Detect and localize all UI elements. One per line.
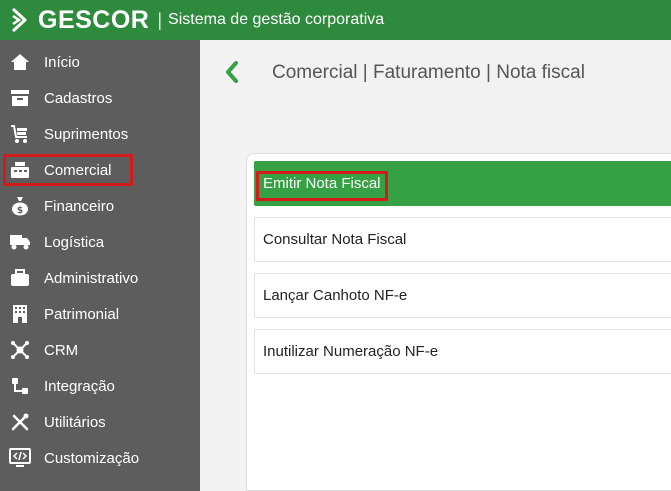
sidebar-item-label: Customização — [44, 449, 140, 467]
sidebar-item-label: Patrimonial — [44, 305, 120, 323]
code-monitor-icon — [9, 447, 31, 469]
truck-icon — [9, 231, 31, 253]
sidebar-item-label: Administrativo — [44, 269, 139, 287]
sidebar-item-logistica[interactable]: Logística — [0, 224, 200, 260]
sidebar-item-label: CRM — [44, 341, 79, 359]
menu-item-label: Inutilizar Numeração NF-e — [263, 343, 439, 360]
archive-icon — [9, 87, 31, 109]
sidebar: Início Cadastros Suprimentos Comercial $… — [0, 40, 200, 491]
brand-separator: | — [157, 9, 163, 30]
menu-item-inutilizar-numeracao[interactable]: Inutilizar Numeração NF-e — [254, 329, 671, 374]
briefcase-icon — [9, 267, 31, 289]
sidebar-item-label: Início — [44, 53, 80, 71]
sidebar-item-comercial[interactable]: Comercial — [0, 152, 200, 188]
network-icon — [9, 339, 31, 361]
building-icon — [9, 303, 31, 325]
sidebar-item-suprimentos[interactable]: Suprimentos — [0, 116, 200, 152]
home-icon — [9, 51, 31, 73]
sidebar-item-label: Suprimentos — [44, 125, 129, 143]
sidebar-item-label: Comercial — [44, 161, 112, 179]
sidebar-item-administrativo[interactable]: Administrativo — [0, 260, 200, 296]
sidebar-item-customizacao[interactable]: Customização — [0, 440, 200, 476]
gescor-logo-icon — [8, 6, 30, 34]
register-icon — [9, 159, 31, 181]
sidebar-item-crm[interactable]: CRM — [0, 332, 200, 368]
breadcrumb: Comercial | Faturamento | Nota fiscal — [272, 62, 585, 83]
menu-item-emitir-nota-fiscal[interactable]: Emitir Nota Fiscal — [254, 161, 671, 206]
sidebar-item-label: Logística — [44, 233, 105, 251]
integration-icon — [9, 375, 31, 397]
main-content: Comercial | Faturamento | Nota fiscal Em… — [200, 40, 671, 491]
menu-panel: Emitir Nota Fiscal Consultar Nota Fiscal… — [246, 153, 671, 491]
cart-icon — [9, 123, 31, 145]
sidebar-item-patrimonial[interactable]: Patrimonial — [0, 296, 200, 332]
menu-item-consultar-nota-fiscal[interactable]: Consultar Nota Fiscal — [254, 217, 671, 262]
sidebar-item-utilitarios[interactable]: Utilitários — [0, 404, 200, 440]
sidebar-item-label: Cadastros — [44, 89, 113, 107]
sidebar-item-inicio[interactable]: Início — [0, 44, 200, 80]
sidebar-item-label: Financeiro — [44, 197, 115, 215]
sidebar-item-cadastros[interactable]: Cadastros — [0, 80, 200, 116]
sidebar-item-integracao[interactable]: Integração — [0, 368, 200, 404]
back-chevron-icon[interactable] — [222, 58, 242, 86]
sidebar-item-financeiro[interactable]: $ Financeiro — [0, 188, 200, 224]
menu-item-label: Consultar Nota Fiscal — [263, 231, 407, 248]
brand-name: GESCOR — [38, 5, 150, 34]
menu-item-label: Emitir Nota Fiscal — [263, 175, 381, 192]
svg-text:$: $ — [17, 206, 23, 216]
sidebar-item-label: Utilitários — [44, 413, 106, 431]
menu-item-label: Lançar Canhoto NF-e — [263, 287, 408, 304]
menu-item-lancar-canhoto[interactable]: Lançar Canhoto NF-e — [254, 273, 671, 318]
tools-icon — [9, 411, 31, 433]
brand-subtitle: Sistema de gestão corporativa — [168, 11, 385, 28]
sidebar-item-label: Integração — [44, 377, 115, 395]
money-bag-icon: $ — [9, 195, 31, 217]
top-bar: GESCOR | Sistema de gestão corporativa — [0, 0, 671, 40]
